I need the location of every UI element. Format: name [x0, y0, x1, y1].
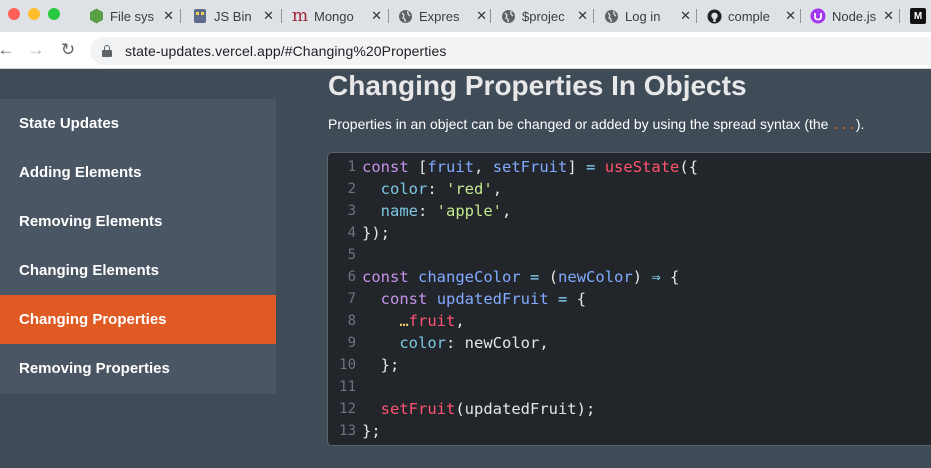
browser-tab[interactable]: m Mongo ✕ — [292, 3, 382, 29]
forward-arrow-icon[interactable]: → — [26, 40, 46, 60]
node-icon — [88, 8, 104, 24]
close-icon[interactable]: ✕ — [781, 8, 796, 24]
code-line: 10 }; — [339, 356, 400, 374]
reload-icon[interactable]: ↻ — [58, 40, 78, 60]
url-text[interactable]: state-updates.vercel.app/#Changing%20Pro… — [125, 43, 446, 59]
sidebar-nav: State Updates Adding Elements Removing E… — [0, 99, 276, 394]
udemy-icon — [810, 8, 826, 24]
browser-toolbar: ← → ↻ state-updates.vercel.app/#Changing… — [0, 32, 931, 69]
close-icon[interactable]: ✕ — [159, 8, 174, 24]
globe-icon — [603, 8, 619, 24]
globe-icon — [500, 8, 516, 24]
browser-tab[interactable]: $projec ✕ — [500, 3, 588, 29]
browser-tab[interactable]: M — [910, 3, 931, 29]
medium-icon: M — [910, 8, 926, 24]
globe-icon — [397, 8, 413, 24]
sidebar-item-removing-elements[interactable]: Removing Elements — [0, 197, 276, 246]
close-icon[interactable]: ✕ — [676, 8, 691, 24]
code-line: 5 — [347, 247, 356, 263]
page-title: Changing Properties In Objects — [328, 70, 747, 101]
github-icon — [706, 8, 722, 24]
code-line: 11 — [339, 379, 356, 395]
spread-syntax-inline-code: ... — [832, 118, 856, 133]
browser-tab[interactable]: Expres ✕ — [397, 3, 487, 29]
code-line: 4}); — [347, 224, 390, 242]
code-line: 2 color: 'red', — [347, 180, 503, 198]
browser-tab[interactable]: comple ✕ — [706, 3, 796, 29]
code-line: 7 const updatedFruit = { — [347, 290, 587, 308]
sidebar-item-removing-properties[interactable]: Removing Properties — [0, 344, 276, 393]
code-block: 1 const [fruit, setFruit] = useState({ 2 … — [327, 152, 931, 446]
lock-icon — [102, 45, 112, 57]
sidebar-item-adding-elements[interactable]: Adding Elements — [0, 148, 276, 197]
browser-tab[interactable]: Log in ✕ — [603, 3, 691, 29]
close-icon[interactable]: ✕ — [879, 8, 894, 24]
sidebar-item-state-updates[interactable]: State Updates — [0, 99, 276, 148]
mongo-icon: m — [292, 6, 309, 26]
close-icon[interactable]: ✕ — [472, 8, 487, 24]
browser-tab-strip: File sys ✕ JS Bin ✕ m Mongo ✕ Expres ✕ $… — [0, 0, 931, 32]
code-line: 12 setFruit(updatedFruit); — [339, 400, 596, 418]
maximize-window-button[interactable] — [48, 8, 60, 20]
sidebar-item-changing-properties[interactable]: Changing Properties — [0, 295, 276, 344]
sidebar-item-changing-elements[interactable]: Changing Elements — [0, 246, 276, 295]
minimize-window-button[interactable] — [28, 8, 40, 20]
close-icon[interactable]: ✕ — [573, 8, 588, 24]
code-line: 9 color: newColor, — [347, 334, 549, 352]
back-arrow-icon[interactable]: ← — [0, 40, 16, 60]
jsbin-icon — [192, 8, 208, 24]
code-line: 1 const [fruit, setFruit] = useState({ — [347, 158, 699, 176]
browser-tab[interactable]: File sys ✕ — [88, 3, 174, 29]
code-line: 6 const changeColor = (newColor) ⇒ { — [347, 268, 680, 286]
code-line: 8 …fruit, — [347, 312, 465, 330]
close-window-button[interactable] — [8, 8, 20, 20]
code-line: 3 name: 'apple', — [347, 202, 512, 220]
description-text: Properties in an object can be changed o… — [328, 116, 865, 133]
code-line: 13}; — [339, 422, 381, 440]
address-bar[interactable]: state-updates.vercel.app/#Changing%20Pro… — [90, 37, 931, 65]
browser-tab[interactable]: JS Bin ✕ — [192, 3, 274, 29]
close-icon[interactable]: ✕ — [259, 8, 274, 24]
close-icon[interactable]: ✕ — [367, 8, 382, 24]
browser-tab[interactable]: Node.js ✕ — [810, 3, 894, 29]
